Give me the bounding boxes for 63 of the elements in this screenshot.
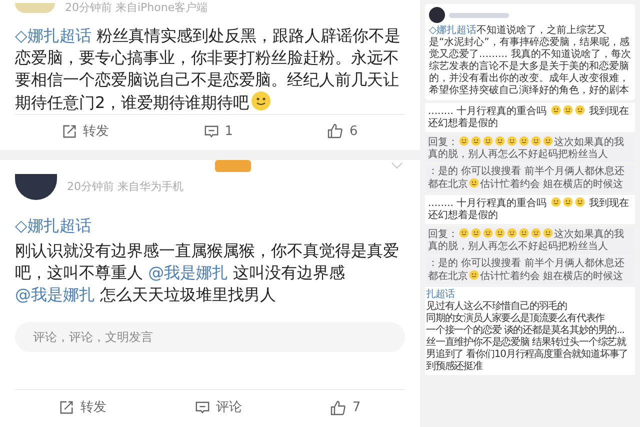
- like-button[interactable]: 6: [327, 122, 358, 141]
- repost-button[interactable]: 转发: [59, 398, 106, 418]
- smiley-icon: [483, 228, 493, 238]
- post-text-line: 一个接一个的恋爱 谈的还都是莫名其妙的男的...: [426, 325, 624, 336]
- smiley-icon: [531, 228, 541, 238]
- smiley-icon: [469, 178, 479, 188]
- mention-link[interactable]: @我是娜扎: [15, 285, 95, 304]
- smiley-icon: [471, 136, 481, 146]
- post-text-line: 到预感还挺准: [426, 361, 482, 373]
- share-icon: [59, 400, 74, 415]
- comment-button[interactable]: 1: [204, 122, 233, 141]
- mention-link[interactable]: @我是娜扎: [148, 263, 228, 282]
- repost-button[interactable]: 转发: [62, 122, 110, 141]
- comment-text: ........ 十月行程真的重合吗 我到现在还幻想着是假的: [425, 195, 635, 224]
- smiley-icon: [495, 136, 505, 146]
- user-badge: [215, 160, 251, 172]
- smiley-icon: [543, 136, 553, 146]
- topic-link[interactable]: 扎超话: [426, 289, 454, 301]
- avatar: [429, 7, 445, 23]
- topic-link[interactable]: ◇娜扎超话: [429, 25, 477, 36]
- post-meta: 20分钟前 来自iPhone客户端: [65, 0, 208, 16]
- post-text-line: 见过有人这么不珍惜自己的羽毛的: [426, 301, 568, 312]
- comment-icon: [204, 124, 219, 139]
- smiley-icon: [507, 228, 517, 238]
- thumbs-up-icon: [330, 400, 346, 416]
- post-text: ◇娜扎超话不知道说啥了，之前上综艺又是“水泥封心”，有事摔碎恋爱脑，结果呢，感觉又恋爱了......... 我真的不知道说啥了，每次综艺发表的言论不是大多是关于美的和恋爱脑的，并没有看出你的改变。成年人改变很难，希望你坚持突破自己演绎好的角色，好的剧本: [429, 25, 631, 97]
- post-meta: 20分钟前 来自华为手机: [67, 178, 184, 195]
- avatar: [15, 174, 57, 200]
- blurred-username: [449, 12, 509, 18]
- comment-text: ........ 十月行程真的重合吗 我到现在还幻想着是假的: [425, 103, 635, 132]
- post-text: 刚认识就没有边界感一直属猴属猴，你不真觉得是真爱吧，这叫不尊重人 @我是娜扎 这叫没有边界感 @我是娜扎 怎么天天垃圾堆里找男人: [15, 240, 400, 306]
- avatar: [15, 3, 55, 14]
- smiley-icon: [459, 136, 469, 146]
- topic-link[interactable]: ◇娜扎超话: [15, 214, 92, 238]
- smiley-icon: [459, 228, 469, 238]
- comment-button[interactable]: 评论: [194, 398, 242, 418]
- smiley-icon: [519, 136, 529, 146]
- smiley-icon: [574, 105, 585, 115]
- post-text-line: 同期的女演员人家要么是顶流要么有代表作: [426, 313, 605, 324]
- smiley-icon: [469, 270, 479, 280]
- share-icon: [62, 124, 78, 139]
- smiley-icon: [471, 228, 481, 238]
- post-text-line: 丝一直维护你不是恋爱脑 结果转过头一个综艺就: [426, 337, 626, 348]
- smiley-icon: [543, 228, 553, 238]
- smiley-icon: [251, 90, 272, 110]
- smiley-icon: [550, 197, 561, 207]
- post-text: ◇娜扎超话 粉丝真情实感到处反黑，跟路人辟谣你不是恋爱脑，要专心搞事业，你非要打粉丝脸赶粉。永远不要相信一个恋爱脑说自己不是恋爱脑。经纪人前几天让期待任意门2，谁爱期待谁期待吧: [15, 24, 402, 114]
- smiley-icon: [495, 228, 505, 238]
- comment-field[interactable]: 评论，评论，文明发言: [15, 322, 405, 352]
- chevron-down-icon[interactable]: [391, 162, 403, 170]
- topic-link[interactable]: ◇娜扎超话: [15, 26, 92, 44]
- comment-icon: [194, 400, 210, 415]
- smiley-icon: [550, 105, 561, 115]
- smiley-icon: [531, 136, 541, 146]
- smiley-icon: [507, 136, 517, 146]
- like-button[interactable]: 7: [330, 398, 361, 418]
- smiley-icon: [483, 136, 493, 146]
- post-text-line: 男追到了 看你们10月行程高度重合就知道坏事了: [426, 349, 628, 360]
- smiley-icon: [562, 105, 573, 115]
- smiley-icon: [574, 197, 585, 207]
- smiley-icon: [562, 197, 573, 207]
- smiley-icon: [519, 228, 529, 238]
- thumbs-up-icon: [327, 123, 344, 140]
